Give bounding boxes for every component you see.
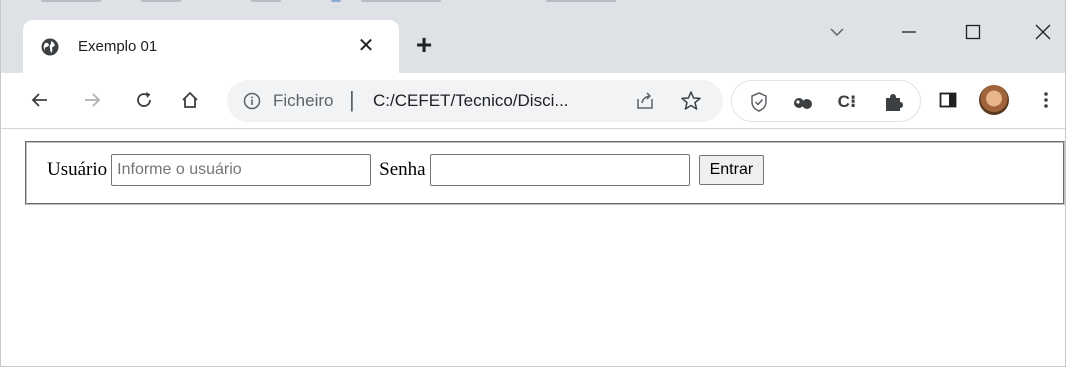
tab-close-button[interactable]: ✕ bbox=[353, 33, 379, 59]
tab-title: Exemplo 01 bbox=[78, 38, 158, 55]
browser-toolbar: Ficheiro | C:/CEFET/Tecnico/Disci... C⁝ bbox=[1, 73, 1065, 129]
url-scheme-label: Ficheiro bbox=[273, 91, 334, 110]
globe-icon bbox=[40, 37, 60, 57]
extensions-group: C⁝ bbox=[731, 80, 921, 122]
tab-exemplo-01[interactable]: Exemplo 01 ✕ bbox=[23, 20, 399, 73]
new-tab-button[interactable]: + bbox=[409, 30, 439, 60]
puzzle-icon[interactable] bbox=[882, 91, 904, 113]
url-separator: | bbox=[349, 87, 355, 112]
close-icon bbox=[1035, 24, 1051, 40]
back-button[interactable] bbox=[25, 85, 55, 115]
browser-window: Exemplo 01 ✕ + Ficheiro | C:/CEFET/Tecni… bbox=[0, 0, 1066, 367]
user-input[interactable] bbox=[111, 154, 372, 186]
minimize-button[interactable] bbox=[891, 14, 927, 50]
tab-strip: Exemplo 01 ✕ + bbox=[1, 0, 1065, 73]
side-panel-icon bbox=[939, 92, 957, 108]
css-icon[interactable]: C⁝ bbox=[836, 91, 858, 113]
more-vertical-icon bbox=[1044, 91, 1048, 108]
info-icon[interactable] bbox=[242, 91, 262, 111]
profile-avatar[interactable] bbox=[979, 85, 1009, 115]
back-arrow-icon bbox=[31, 93, 47, 107]
login-fieldset: Usuário Senha Entrar bbox=[25, 141, 1065, 205]
menu-button[interactable] bbox=[1031, 85, 1061, 115]
binoculars-icon[interactable] bbox=[792, 91, 814, 113]
close-window-button[interactable] bbox=[1025, 14, 1061, 50]
share-icon[interactable] bbox=[633, 89, 657, 113]
side-panel-button[interactable] bbox=[933, 85, 963, 115]
address-bar[interactable]: Ficheiro | C:/CEFET/Tecnico/Disci... bbox=[227, 80, 723, 122]
minimize-icon bbox=[902, 31, 916, 33]
home-button[interactable] bbox=[175, 85, 205, 115]
tab-search-button[interactable] bbox=[819, 14, 855, 50]
maximize-button[interactable] bbox=[955, 14, 991, 50]
home-icon bbox=[182, 91, 198, 108]
forward-button[interactable] bbox=[77, 85, 107, 115]
reload-button[interactable] bbox=[129, 85, 159, 115]
maximize-icon bbox=[965, 24, 981, 39]
user-label: Usuário bbox=[47, 159, 108, 180]
reload-icon bbox=[137, 91, 151, 107]
password-label: Senha bbox=[379, 159, 426, 180]
submit-button[interactable]: Entrar bbox=[698, 155, 765, 185]
url-text[interactable]: C:/CEFET/Tecnico/Disci... bbox=[373, 91, 569, 111]
chevron-down-icon bbox=[830, 28, 844, 36]
login-row: Usuário Senha Entrar bbox=[47, 153, 765, 187]
bookmark-star-icon[interactable] bbox=[679, 89, 703, 113]
page-viewport: Usuário Senha Entrar bbox=[1, 129, 1065, 366]
cropped-bookmark-fragment bbox=[1, 0, 701, 8]
shield-icon[interactable] bbox=[748, 91, 770, 113]
forward-arrow-icon bbox=[85, 93, 101, 107]
password-input[interactable] bbox=[429, 154, 690, 186]
